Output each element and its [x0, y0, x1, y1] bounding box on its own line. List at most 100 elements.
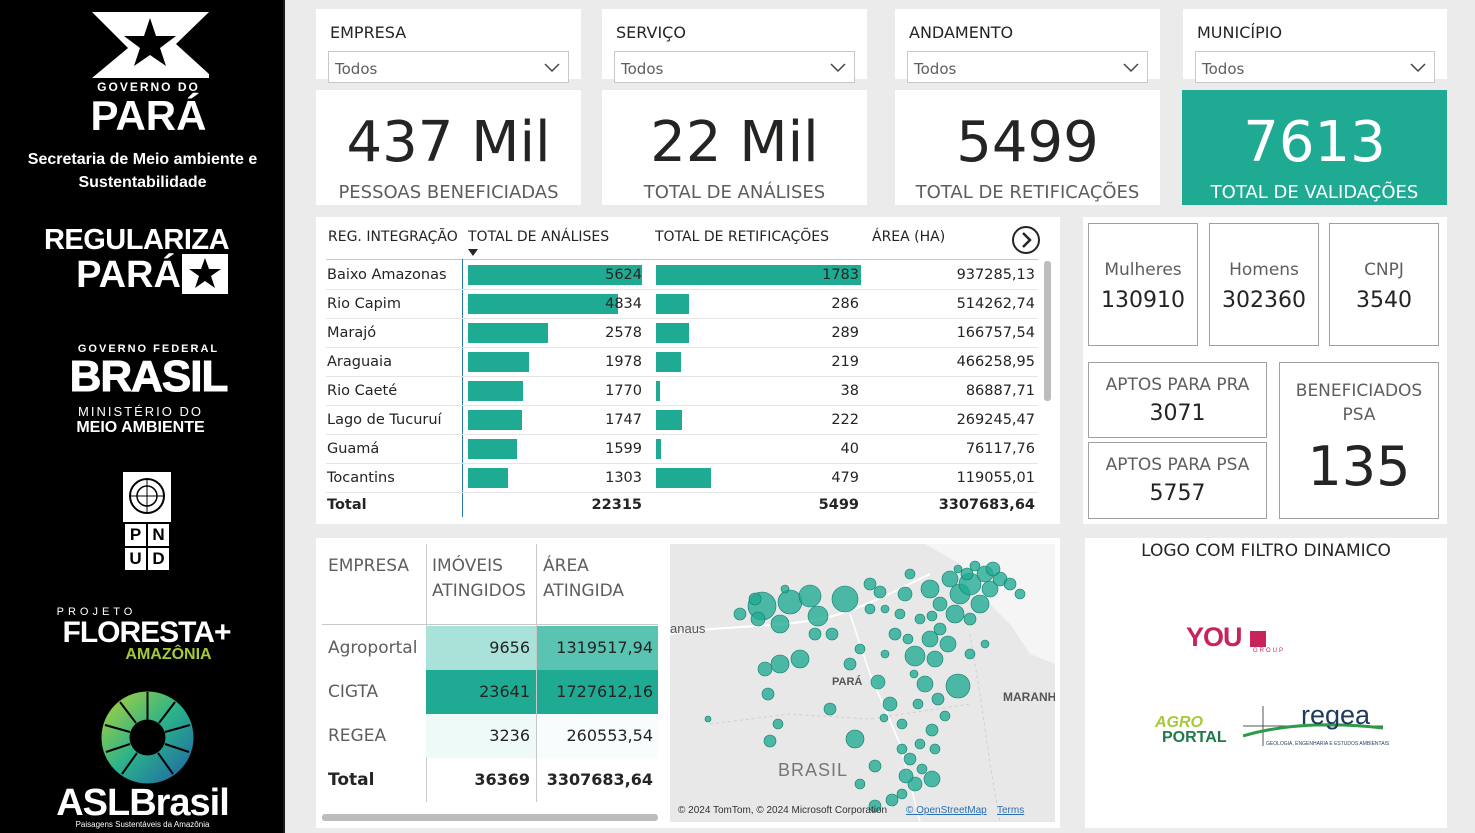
- table-row[interactable]: Rio Caeté 1770 38 86887,71: [326, 377, 1038, 406]
- map-bubble[interactable]: [763, 734, 777, 748]
- scrollbar[interactable]: [1044, 261, 1051, 401]
- andamento-dropdown[interactable]: Todos: [907, 51, 1148, 83]
- map-bubble[interactable]: [898, 768, 914, 784]
- map-bubble[interactable]: [960, 567, 974, 581]
- map-bubble[interactable]: [904, 568, 916, 580]
- map-bubble[interactable]: [823, 702, 837, 716]
- map-bubble[interactable]: [897, 586, 913, 602]
- map-bubble[interactable]: [831, 585, 859, 613]
- bubble-map[interactable]: anaus PARÁ MARANH BRASIL © 2024 TomTom, …: [670, 544, 1055, 822]
- map-bubble[interactable]: [1014, 588, 1026, 600]
- map-bubble[interactable]: [903, 752, 917, 766]
- map-bubble[interactable]: [929, 743, 941, 755]
- map-bubble[interactable]: [985, 561, 1001, 577]
- map-bubble[interactable]: [932, 596, 948, 612]
- map-bubble[interactable]: [761, 687, 775, 701]
- col-header-empresa[interactable]: EMPRESA: [328, 554, 409, 579]
- map-bubble[interactable]: [904, 645, 926, 667]
- map-bubble[interactable]: [896, 743, 908, 755]
- map-bubble[interactable]: [970, 594, 990, 614]
- table-row[interactable]: Rio Capim 4834 286 514262,74: [326, 290, 1038, 319]
- map-bubble[interactable]: [704, 715, 712, 723]
- map-bubble[interactable]: [750, 611, 766, 627]
- map-bubble[interactable]: [926, 650, 944, 668]
- map-bubble[interactable]: [772, 718, 784, 730]
- map-bubble[interactable]: [939, 710, 951, 722]
- map-bubble[interactable]: [953, 564, 963, 574]
- table-row[interactable]: Baixo Amazonas 5624 1783 937285,13: [326, 261, 1038, 290]
- map-bubble[interactable]: [888, 627, 902, 641]
- map-bubble[interactable]: [880, 649, 890, 659]
- map-bubble[interactable]: [931, 692, 945, 706]
- map-bubble[interactable]: [757, 661, 773, 677]
- map-bubble[interactable]: [964, 648, 976, 660]
- col-header-analises[interactable]: TOTAL DE ANÁLISES: [468, 229, 609, 245]
- table-row[interactable]: Tocantins 1303 479 119055,01: [326, 464, 1038, 493]
- table-row[interactable]: Agroportal 9656 1319517,94: [316, 626, 664, 670]
- map-bubble[interactable]: [733, 607, 747, 621]
- horizontal-scrollbar[interactable]: [322, 814, 658, 821]
- map-bubble[interactable]: [868, 759, 882, 773]
- table-row[interactable]: Araguaia 1978 219 466258,95: [326, 348, 1038, 377]
- table-row[interactable]: Guamá 1599 40 76117,76: [326, 435, 1038, 464]
- map-bubble[interactable]: [941, 570, 959, 588]
- map-bubble[interactable]: [880, 604, 890, 614]
- map-bubble[interactable]: [845, 729, 865, 749]
- map-bubble[interactable]: [896, 788, 908, 800]
- map-bubble[interactable]: [873, 585, 887, 599]
- map-bubble[interactable]: [980, 639, 990, 649]
- map-bubble[interactable]: [798, 584, 822, 608]
- regea-text[interactable]: regea: [1301, 700, 1370, 731]
- map-bubble[interactable]: [912, 698, 924, 710]
- map-bubble[interactable]: [923, 770, 941, 788]
- map-bubble[interactable]: [854, 778, 866, 790]
- col-header-area[interactable]: ÁREA (HA): [872, 229, 945, 245]
- table-row[interactable]: Marajó 2578 289 166757,54: [326, 319, 1038, 348]
- map-bubble[interactable]: [914, 613, 926, 625]
- map-bubble[interactable]: [843, 657, 857, 671]
- map-bubble[interactable]: [902, 633, 914, 645]
- map-bubble[interactable]: [770, 654, 790, 674]
- map-bubble[interactable]: [808, 627, 822, 641]
- map-bubble[interactable]: [790, 649, 810, 669]
- map-bubble[interactable]: [920, 579, 940, 599]
- map-bubble[interactable]: [870, 674, 886, 690]
- map-bubble[interactable]: [770, 614, 790, 634]
- map-bubble[interactable]: [854, 643, 866, 655]
- map-bubble[interactable]: [896, 718, 908, 730]
- map-bubble[interactable]: [863, 577, 877, 591]
- map-bubble[interactable]: [969, 560, 981, 572]
- map-bubble[interactable]: [777, 589, 803, 615]
- col-header-retificacoes[interactable]: TOTAL DE RETIFICAÇÕES: [655, 229, 829, 245]
- col-header-imoveis[interactable]: IMÓVEIS ATINGIDOS: [432, 554, 526, 604]
- table-row[interactable]: CIGTA 23641 1727612,16: [316, 670, 664, 714]
- map-bubble[interactable]: [748, 592, 762, 606]
- map-bubble[interactable]: [879, 713, 889, 723]
- col-header-area[interactable]: ÁREA ATINGIDA: [543, 554, 624, 604]
- map-bubble[interactable]: [945, 673, 971, 699]
- map-bubble[interactable]: [882, 696, 898, 712]
- municipio-dropdown[interactable]: Todos: [1195, 51, 1435, 83]
- empresa-dropdown[interactable]: Todos: [328, 51, 569, 83]
- map-bubble[interactable]: [1003, 577, 1017, 591]
- map-bubble[interactable]: [921, 630, 939, 648]
- map-bubble[interactable]: [963, 612, 977, 626]
- map-bubble[interactable]: [825, 627, 839, 641]
- map-bubble[interactable]: [914, 738, 926, 750]
- map-bubble[interactable]: [807, 605, 829, 627]
- osm-link[interactable]: © OpenStreetMap: [906, 805, 987, 816]
- map-bubble[interactable]: [864, 603, 876, 615]
- table-row[interactable]: Lago de Tucuruí 1747 222 269245,47: [326, 406, 1038, 435]
- map-bubble[interactable]: [939, 635, 957, 653]
- map-bubble[interactable]: [916, 675, 934, 693]
- table-row[interactable]: REGEA 3236 260553,54: [316, 714, 664, 758]
- terms-link[interactable]: Terms: [997, 805, 1024, 816]
- map-bubble[interactable]: [909, 669, 919, 679]
- map-bubble[interactable]: [780, 584, 790, 594]
- map-bubble[interactable]: [945, 604, 965, 624]
- next-page-icon[interactable]: [1011, 225, 1041, 255]
- map-bubble[interactable]: [916, 763, 928, 775]
- col-header-regiao[interactable]: REG. INTEGRAÇÃO: [328, 229, 458, 245]
- servico-dropdown[interactable]: Todos: [614, 51, 855, 83]
- map-bubble[interactable]: [894, 608, 906, 620]
